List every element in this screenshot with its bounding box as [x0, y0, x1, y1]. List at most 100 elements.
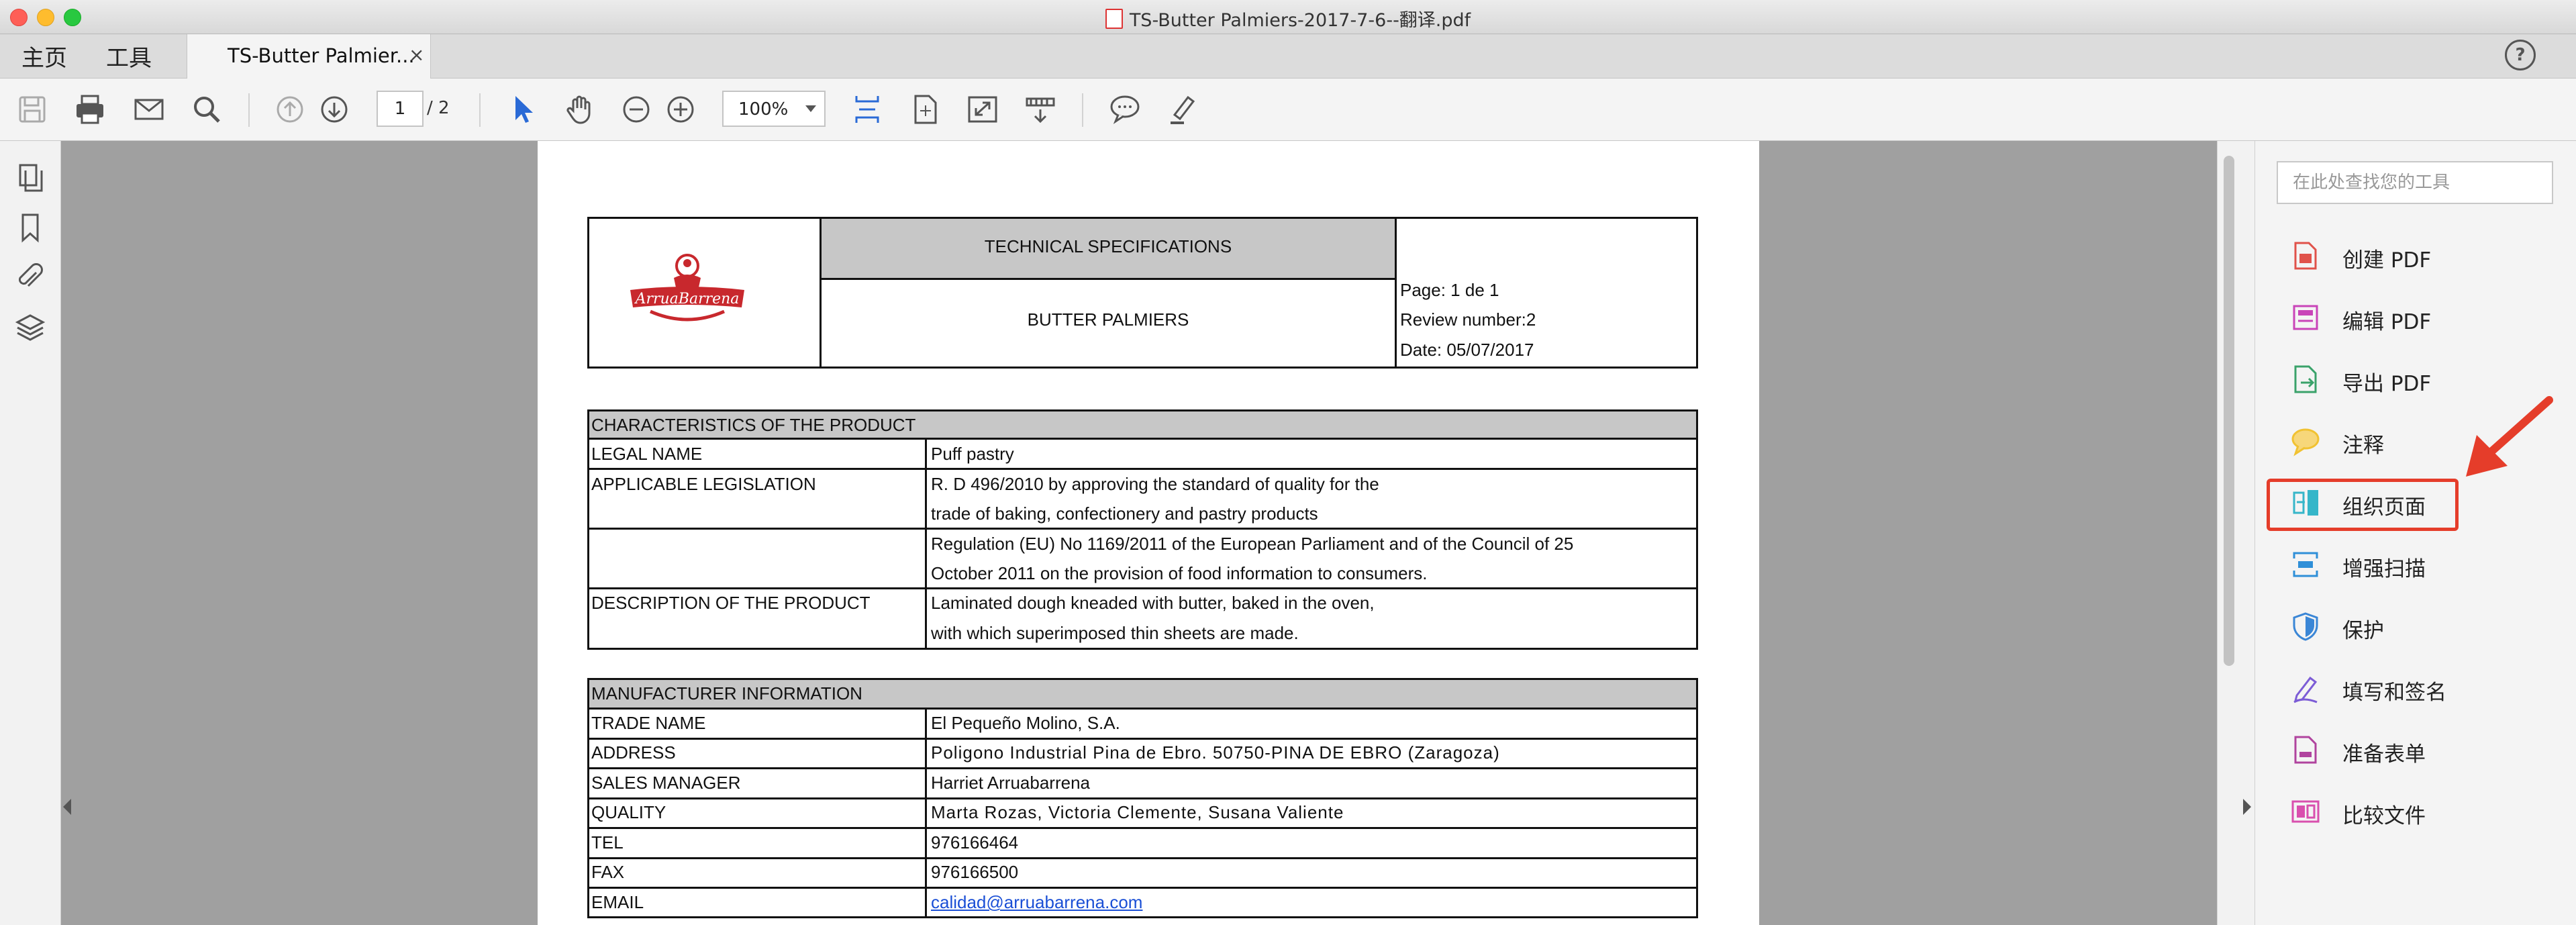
layers-icon[interactable] [13, 310, 47, 344]
tool-fill-sign[interactable]: 填写和签名 [2290, 669, 2532, 709]
legislation-line: trade of baking, confectionery and pastr… [931, 503, 1318, 524]
prepare-form-icon [2294, 736, 2317, 764]
comment-tool-icon[interactable] [1107, 92, 1142, 127]
document-tab-label: TS-Butter Palmier... [228, 44, 415, 67]
read-mode-icon[interactable] [1023, 92, 1058, 127]
zoom-out-icon[interactable] [619, 92, 654, 127]
toolbar: 1 / 2 100% [0, 79, 2576, 141]
export-pdf-icon [2294, 365, 2317, 393]
tel-value: 976166464 [931, 832, 1019, 853]
document-tab[interactable]: TS-Butter Palmier... × [187, 34, 431, 79]
print-icon[interactable] [72, 92, 107, 127]
protect-icon [2293, 612, 2318, 641]
window-title-text: TS-Butter Palmiers-2017-7-6--翻译.pdf [1129, 10, 1471, 31]
tool-edit-pdf[interactable]: 编辑 PDF [2290, 298, 2532, 338]
left-navigation-rail [0, 141, 61, 925]
scrolling-mode-icon[interactable] [850, 92, 885, 127]
chevron-down-icon [805, 105, 816, 112]
previous-page-icon[interactable] [273, 92, 307, 127]
collapse-right-panel-icon[interactable] [2243, 799, 2251, 815]
enhance-scan-icon [2293, 552, 2318, 577]
nav-tools[interactable]: 工具 [106, 40, 152, 72]
page-total: / 2 [427, 98, 450, 118]
review-number: Review number:2 [1400, 309, 1536, 330]
legal-name-value: Puff pastry [931, 444, 1014, 464]
description-line: Laminated dough kneaded with butter, bak… [931, 593, 1375, 613]
hand-tool-icon[interactable] [562, 92, 597, 127]
fax-label: FAX [591, 862, 625, 882]
pdf-file-icon [1105, 9, 1123, 29]
attachments-icon[interactable] [13, 260, 47, 294]
tool-create-pdf[interactable]: 创建 PDF [2290, 236, 2532, 277]
document-viewport[interactable]: TECHNICAL SPECIFICATIONS BUTTER PALMIERS… [61, 141, 2217, 925]
save-icon[interactable] [15, 92, 50, 127]
collapse-left-panel-icon[interactable] [63, 799, 71, 815]
close-tab-icon[interactable]: × [409, 44, 424, 66]
sales-manager-value: Harriet Arruabarrena [931, 773, 1090, 793]
product-name: BUTTER PALMIERS [1027, 309, 1189, 330]
page-thumbnails-icon[interactable] [13, 161, 47, 195]
nav-home[interactable]: 主页 [21, 40, 67, 72]
tab-bar: 主页 工具 TS-Butter Palmier... × ? [0, 34, 2576, 79]
page-number-input[interactable]: 1 [377, 91, 424, 127]
fit-page-icon[interactable] [907, 92, 942, 127]
tool-label: 导出 PDF [2342, 372, 2432, 396]
quality-value: Marta Rozas, Victoria Clemente, Susana V… [931, 802, 1344, 822]
tool-label: 注释 [2342, 434, 2384, 458]
tool-prepare-form[interactable]: 准备表单 [2290, 730, 2532, 771]
address-label: ADDRESS [591, 742, 676, 763]
zoom-in-icon[interactable] [663, 92, 698, 127]
tel-label: TEL [591, 832, 624, 853]
manufacturer-header: MANUFACTURER INFORMATION [591, 683, 862, 703]
pdf-page: TECHNICAL SPECIFICATIONS BUTTER PALMIERS… [538, 141, 1759, 925]
vertical-scrollbar[interactable] [2217, 141, 2240, 925]
email-link[interactable]: calidad@arruabarrena.com [931, 892, 1142, 913]
tools-panel: 在此处查找您的工具 创建 PDF 编辑 PDF 导出 PDF 注释 组织页面 增… [2255, 141, 2576, 925]
tool-label: 编辑 PDF [2342, 310, 2432, 334]
tool-label: 准备表单 [2342, 742, 2426, 767]
legislation-label: APPLICABLE LEGISLATION [591, 474, 816, 494]
legislation-line: R. D 496/2010 by approving the standard … [931, 474, 1379, 494]
tool-label: 保护 [2342, 619, 2384, 643]
tool-protect[interactable]: 保护 [2290, 607, 2532, 647]
scrollbar-thumb[interactable] [2224, 156, 2234, 666]
create-pdf-icon [2294, 242, 2317, 270]
fill-sign-icon [2293, 676, 2318, 703]
toolbar-separator [1082, 93, 1083, 127]
comment-icon [2291, 428, 2320, 456]
characteristics-header: CHARACTERISTICS OF THE PRODUCT [591, 415, 916, 435]
window-title: TS-Butter Palmiers-2017-7-6--翻译.pdf [0, 5, 2576, 32]
next-page-icon[interactable] [317, 92, 352, 127]
legislation-line: October 2011 on the provision of food in… [931, 563, 1428, 583]
tool-label: 填写和签名 [2342, 681, 2446, 705]
trade-name-label: TRADE NAME [591, 713, 706, 733]
zoom-value: 100% [738, 99, 789, 119]
select-tool-icon[interactable] [505, 92, 540, 127]
sales-manager-label: SALES MANAGER [591, 773, 741, 793]
description-line: with which superimposed thin sheets are … [931, 623, 1299, 643]
tool-export-pdf[interactable]: 导出 PDF [2290, 360, 2532, 400]
arruabarrena-logo: ArruaBarrena [630, 254, 744, 322]
description-label: DESCRIPTION OF THE PRODUCT [591, 593, 871, 613]
legal-name-label: LEGAL NAME [591, 444, 703, 464]
help-icon[interactable]: ? [2505, 40, 2536, 70]
tool-label: 创建 PDF [2342, 248, 2432, 273]
zoom-select[interactable]: 100% [722, 91, 826, 127]
tool-compare-files[interactable]: 比较文件 [2290, 792, 2532, 832]
search-icon[interactable] [189, 92, 224, 127]
tool-label: 比较文件 [2342, 804, 2426, 828]
bookmarks-icon[interactable] [13, 211, 47, 244]
page-info: Page: 1 de 1 [1400, 280, 1499, 300]
title-bar: TS-Butter Palmiers-2017-7-6--翻译.pdf [0, 0, 2576, 34]
svg-text:ArruaBarrena: ArruaBarrena [634, 291, 740, 307]
header-title: TECHNICAL SPECIFICATIONS [984, 236, 1232, 256]
legislation-line: Regulation (EU) No 1169/2011 of the Euro… [931, 534, 1574, 554]
toolbar-separator [479, 93, 481, 127]
email-icon[interactable] [132, 92, 166, 127]
tool-search-input[interactable]: 在此处查找您的工具 [2277, 161, 2553, 204]
tool-enhance-scan[interactable]: 增强扫描 [2290, 545, 2532, 585]
toolbar-separator [248, 93, 250, 127]
compare-files-icon [2291, 800, 2320, 823]
highlight-tool-icon[interactable] [1165, 92, 1200, 127]
full-screen-icon[interactable] [965, 92, 1000, 127]
